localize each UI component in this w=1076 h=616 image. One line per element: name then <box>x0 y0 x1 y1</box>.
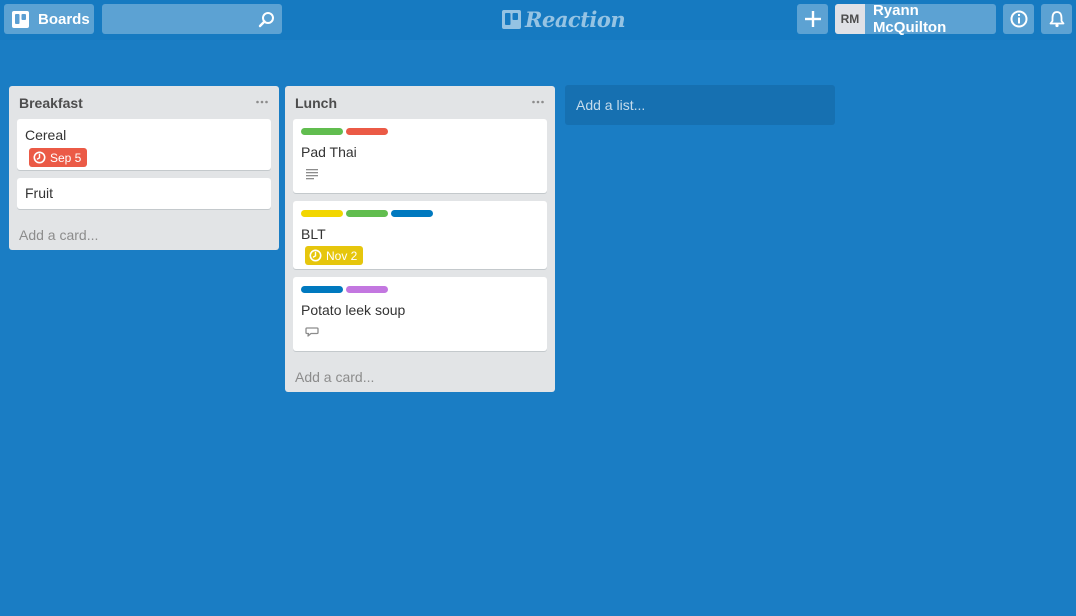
logo-text: Reaction <box>525 6 626 32</box>
list-title[interactable]: Lunch <box>295 95 337 111</box>
clock-icon <box>309 249 322 262</box>
card-potato-leek-soup[interactable]: Potato leek soup <box>293 277 547 351</box>
user-name: Ryann McQuilton <box>872 2 947 36</box>
card-title: Potato leek soup <box>301 302 406 318</box>
card-cereal[interactable]: Cereal Sep 5 <box>17 119 271 170</box>
notifications-button[interactable] <box>1041 4 1072 34</box>
card-title: Pad Thai <box>301 144 357 160</box>
add-card-link[interactable]: Add a card... <box>19 227 98 243</box>
plus-icon <box>804 11 821 27</box>
search-icon[interactable] <box>258 11 275 28</box>
label-green <box>346 210 388 217</box>
list-breakfast: Breakfast Cereal Sep 5 Fruit Add a card.… <box>9 86 279 250</box>
card-labels <box>301 210 436 217</box>
user-menu-button[interactable]: RM Ryann McQuilton <box>835 2 996 36</box>
top-nav: Boards Reaction RM Ryann McQuilton <box>0 0 1076 40</box>
search-input[interactable] <box>102 4 252 34</box>
more-icon[interactable] <box>531 96 545 108</box>
bell-icon <box>1049 11 1064 28</box>
search-box[interactable] <box>102 4 282 34</box>
card-title: Fruit <box>25 185 53 201</box>
list-title[interactable]: Breakfast <box>19 95 83 111</box>
card-labels <box>301 128 391 135</box>
app-logo[interactable]: Reaction <box>502 6 626 32</box>
card-blt[interactable]: BLT Nov 2 <box>293 201 547 269</box>
add-list-button[interactable]: Add a list... <box>565 85 835 125</box>
due-date-badge: Nov 2 <box>305 246 364 265</box>
card-title: BLT <box>301 226 326 242</box>
label-blue <box>301 286 343 293</box>
boards-label: Boards <box>38 10 90 28</box>
card-pad-thai[interactable]: Pad Thai <box>293 119 547 193</box>
label-red <box>346 128 388 135</box>
list-lunch: Lunch Pad Thai BLT Nov 2 Potato leek sou… <box>285 86 555 392</box>
boards-icon <box>12 10 29 28</box>
create-button[interactable] <box>797 4 828 34</box>
clock-icon <box>33 151 46 164</box>
description-icon <box>306 169 318 180</box>
card-title: Cereal <box>25 127 67 143</box>
comment-icon <box>305 327 319 337</box>
info-button[interactable] <box>1003 4 1034 34</box>
avatar: RM <box>835 4 865 34</box>
label-green <box>301 128 343 135</box>
label-yellow <box>301 210 343 217</box>
boards-button[interactable]: Boards <box>4 4 94 34</box>
due-date-text: Sep 5 <box>50 150 82 165</box>
logo-icon <box>502 9 521 29</box>
due-date-text: Nov 2 <box>326 248 358 263</box>
due-date-badge: Sep 5 <box>29 148 88 167</box>
card-fruit[interactable]: Fruit <box>17 178 271 209</box>
label-blue <box>391 210 433 217</box>
add-card-link[interactable]: Add a card... <box>295 369 374 385</box>
card-labels <box>301 286 391 293</box>
info-icon <box>1010 10 1027 28</box>
label-purple <box>346 286 388 293</box>
more-icon[interactable] <box>255 96 269 108</box>
